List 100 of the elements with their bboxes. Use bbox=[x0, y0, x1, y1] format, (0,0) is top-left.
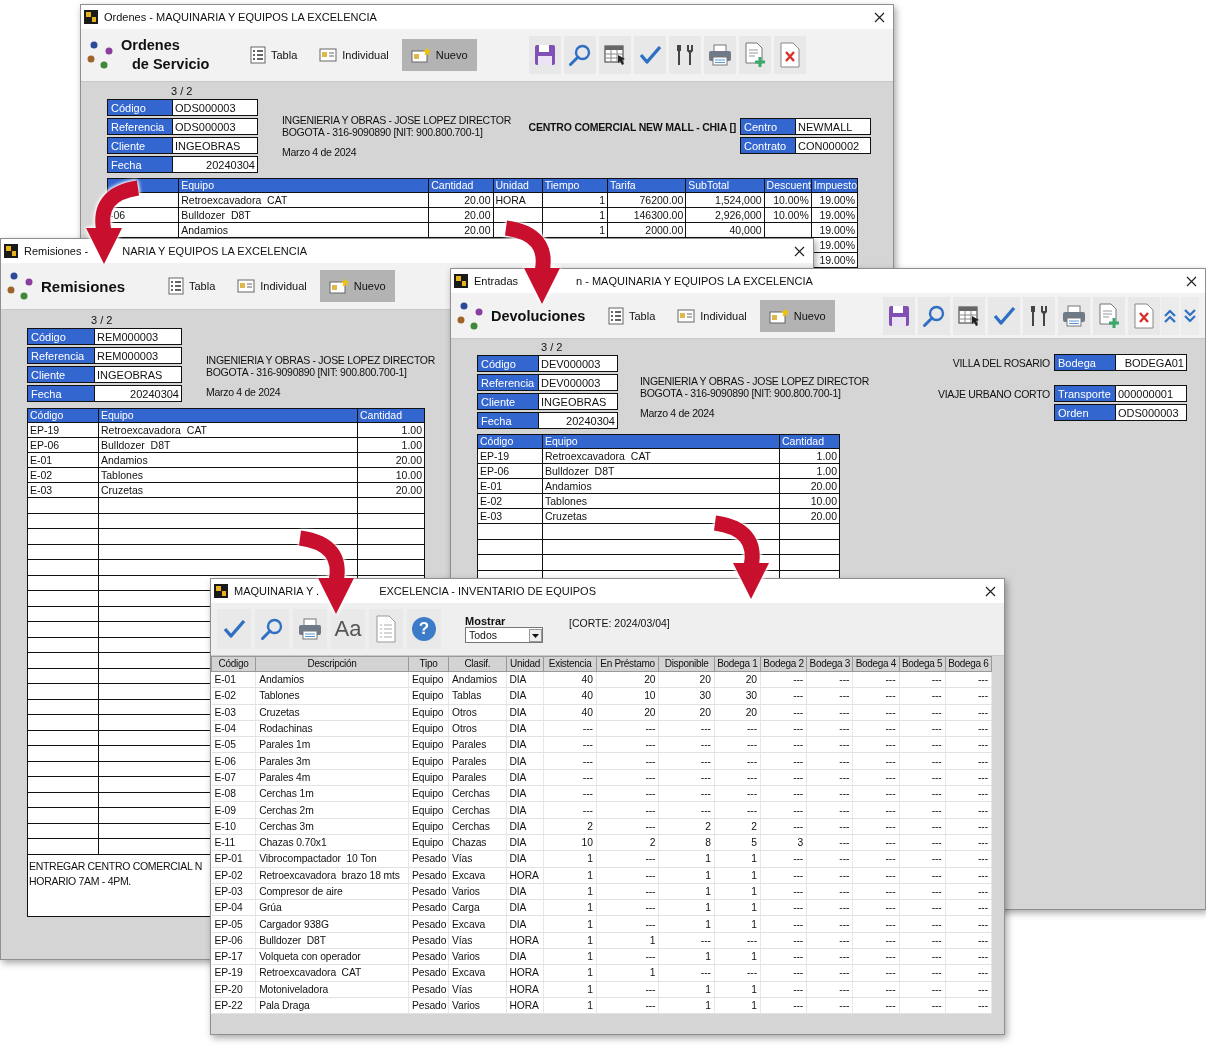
grid-view-button[interactable] bbox=[598, 36, 631, 74]
table-cell: Bulldozer D8T bbox=[101, 438, 171, 451]
notes-text: ENTREGAR CENTRO COMERCIAL N HORARIO 7AM - 4PM. bbox=[29, 858, 202, 889]
new-document-button[interactable] bbox=[738, 36, 771, 74]
text-field[interactable]: 20240304 bbox=[173, 156, 258, 173]
close-icon[interactable] bbox=[1186, 275, 1197, 287]
tools-button[interactable] bbox=[1022, 296, 1055, 335]
next-record-button[interactable] bbox=[1181, 296, 1199, 335]
table-cell: --- bbox=[931, 690, 942, 702]
previous-record-button[interactable] bbox=[1161, 296, 1179, 335]
window-heading: Ordenes de Servicio bbox=[121, 36, 211, 74]
table-cell: Retroexcavadora CAT bbox=[259, 967, 362, 979]
table-cell: E-02 bbox=[480, 494, 503, 507]
print-button[interactable] bbox=[703, 36, 736, 74]
table-cell: 40,000 bbox=[729, 223, 762, 236]
table-cell: Parales 4m bbox=[259, 771, 311, 783]
dots-logo-icon bbox=[457, 300, 485, 331]
table-cell: 19.00% bbox=[819, 208, 855, 221]
field-label: Contrato bbox=[740, 137, 796, 154]
close-icon[interactable] bbox=[874, 11, 885, 23]
table-cell: 1 bbox=[751, 902, 757, 914]
text-field[interactable]: BODEGA01 bbox=[1116, 354, 1187, 371]
table-cell: 10.00 bbox=[395, 468, 422, 481]
table-cell: --- bbox=[885, 723, 896, 735]
search-button[interactable] bbox=[255, 609, 289, 649]
text-field[interactable]: DEV000003 bbox=[539, 374, 618, 391]
table-cell: --- bbox=[582, 788, 593, 800]
table-cell: --- bbox=[931, 771, 942, 783]
table-cell: --- bbox=[885, 1000, 896, 1012]
help-button[interactable]: ? bbox=[412, 617, 436, 641]
table-cell: Pala Draga bbox=[259, 1000, 310, 1012]
text-field[interactable]: CON000002 bbox=[796, 137, 871, 154]
text-field[interactable]: INGEOBRAS bbox=[539, 393, 618, 410]
table-cell: Varios bbox=[452, 886, 480, 897]
text-field[interactable]: INGEOBRAS bbox=[173, 137, 258, 154]
save-button[interactable] bbox=[882, 296, 915, 335]
show-dropdown[interactable]: Todos bbox=[465, 627, 543, 643]
confirm-button[interactable] bbox=[633, 36, 666, 74]
print-button[interactable] bbox=[1057, 296, 1090, 335]
table-cell: EP-06 bbox=[214, 934, 243, 946]
table-cell: DIA bbox=[509, 755, 527, 767]
table-cell: --- bbox=[793, 771, 804, 783]
table-cell: --- bbox=[839, 837, 850, 849]
table-cell: Pesado bbox=[412, 983, 447, 995]
text-field[interactable]: 20240304 bbox=[95, 385, 182, 402]
confirm-button[interactable] bbox=[987, 296, 1020, 335]
table-cell: Andamios bbox=[101, 453, 148, 466]
table-cell: Parales bbox=[452, 755, 487, 767]
table-cell: Retroexcavadora CAT bbox=[545, 449, 651, 462]
table-cell: 20 bbox=[644, 674, 656, 686]
list-icon bbox=[250, 46, 266, 64]
text-field[interactable]: REM000003 bbox=[95, 328, 182, 345]
view-tab[interactable]: Nuevo bbox=[759, 299, 835, 332]
document-list-icon bbox=[375, 615, 397, 643]
table-cell: --- bbox=[978, 902, 988, 914]
print-button[interactable] bbox=[293, 609, 327, 649]
table-cell: --- bbox=[931, 853, 942, 865]
search-button[interactable] bbox=[917, 296, 950, 335]
table-cell: 1.00 bbox=[401, 423, 422, 436]
grid-view-button[interactable] bbox=[952, 296, 985, 335]
new-document-button[interactable] bbox=[1092, 296, 1125, 335]
save-button[interactable] bbox=[528, 36, 561, 74]
text-field[interactable]: 000000001 bbox=[1116, 385, 1187, 402]
close-icon[interactable] bbox=[985, 585, 996, 597]
view-tab[interactable]: Nuevo bbox=[319, 270, 395, 302]
table-cell: --- bbox=[931, 918, 942, 930]
tools-button[interactable] bbox=[668, 36, 701, 74]
field-label: Cliente bbox=[477, 393, 539, 410]
close-icon[interactable] bbox=[794, 245, 805, 257]
text-field[interactable]: NEWMALL bbox=[796, 118, 871, 135]
table-cell: Cruzetas bbox=[259, 706, 300, 718]
table-cell: --- bbox=[839, 788, 850, 800]
text-field[interactable]: ODS000003 bbox=[173, 118, 258, 135]
window-heading: Remisiones bbox=[41, 277, 127, 295]
table-cell: --- bbox=[747, 723, 757, 735]
font-button[interactable]: Aa bbox=[331, 609, 365, 649]
text-field[interactable]: REM000003 bbox=[95, 347, 182, 364]
table-cell: DIA bbox=[509, 902, 527, 914]
table-cell: 1 bbox=[705, 853, 711, 865]
table-cell: --- bbox=[645, 853, 656, 865]
app-icon bbox=[84, 10, 98, 24]
table-cell: --- bbox=[700, 739, 711, 751]
table-cell: --- bbox=[645, 902, 656, 914]
table-cell: HORA bbox=[509, 934, 539, 946]
table-cell: Pesado bbox=[412, 869, 447, 881]
search-button[interactable] bbox=[563, 36, 596, 74]
text-field[interactable]: INGEOBRAS bbox=[95, 366, 182, 383]
confirm-button[interactable] bbox=[217, 609, 251, 649]
table-cell: 10 bbox=[644, 690, 656, 702]
delete-document-button[interactable] bbox=[773, 36, 806, 74]
table-cell: 1 bbox=[587, 983, 593, 995]
table-cell: Equipo bbox=[412, 723, 444, 735]
view-tab[interactable]: Nuevo bbox=[401, 39, 477, 71]
text-field[interactable]: ODS000003 bbox=[173, 99, 258, 116]
text-field[interactable]: ODS000003 bbox=[1116, 404, 1187, 421]
delete-document-button[interactable] bbox=[1127, 296, 1160, 335]
text-field[interactable]: DEV000003 bbox=[539, 355, 618, 372]
table-cell: --- bbox=[978, 967, 988, 979]
printer-icon bbox=[1060, 303, 1087, 328]
text-field[interactable]: 20240304 bbox=[539, 412, 618, 429]
